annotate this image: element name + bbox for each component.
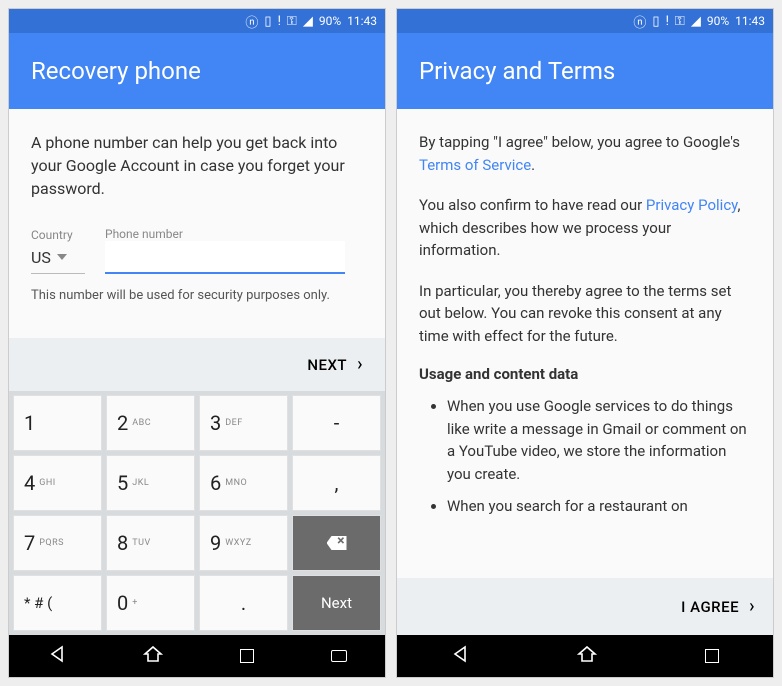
page-title: Recovery phone [9,33,385,109]
battery-label: 90% [319,14,341,28]
signal-icon: ◢ [303,14,313,29]
paragraph-privacy: You also confirm to have read our Privac… [419,194,751,262]
country-select[interactable]: US [31,242,85,274]
key-period[interactable]: . [199,575,288,631]
back-icon [451,645,469,663]
wifi-icon: ⚿ [287,14,297,29]
key-7[interactable]: 7PQRS [13,515,102,571]
clock: 11:43 [735,14,765,28]
key-8[interactable]: 8TUV [106,515,195,571]
content: By tapping "I agree" below, you agree to… [397,109,773,635]
key-3[interactable]: 3DEF [199,395,288,451]
phone-input[interactable] [105,241,345,274]
nav-home[interactable] [577,645,597,667]
key-1[interactable]: 1 [13,395,102,451]
key-backspace[interactable] [292,515,381,571]
privacy-policy-link[interactable]: Privacy Policy [646,196,738,214]
country-label: Country [31,228,85,242]
next-button[interactable]: NEXT › [9,338,385,391]
home-icon [143,645,163,663]
nav-back[interactable] [48,645,66,667]
phone-field: Phone number [105,227,345,274]
list-item: When you search for a restaurant on [447,495,751,518]
country-value: US [31,248,51,267]
key-0[interactable]: 0+ [106,575,195,631]
status-bar: ⓝ ▯ ! ⚿ ◢ 90% 11:43 [9,9,385,33]
usage-data-list: When you use Google services to do thing… [419,395,751,518]
vibrate-icon: ▯ [264,14,271,29]
security-hint: This number will be used for security pu… [31,288,363,303]
nav-home[interactable] [143,645,163,667]
battery-label: 90% [707,14,729,28]
home-icon [577,645,597,663]
recovery-phone-screen: ⓝ ▯ ! ⚿ ◢ 90% 11:43 Recovery phone A pho… [8,8,386,678]
alert-icon: ! [278,14,281,29]
nav-bar [9,635,385,677]
signal-icon: ◢ [691,14,701,29]
agree-button[interactable]: I AGREE › [397,578,773,635]
key-4[interactable]: 4GHI [13,455,102,511]
phone-fields: Country US Phone number [31,227,363,274]
back-icon [48,645,66,663]
page-title: Privacy and Terms [397,33,773,109]
description: A phone number can help you get back int… [31,131,363,201]
key-5[interactable]: 5JKL [106,455,195,511]
content: A phone number can help you get back int… [9,109,385,338]
nfc-icon: ⓝ [633,12,646,31]
next-label: NEXT [307,356,347,374]
list-item: When you use Google services to do thing… [447,395,751,485]
wifi-icon: ⚿ [675,14,685,29]
privacy-terms-screen: ⓝ ▯ ! ⚿ ◢ 90% 11:43 Privacy and Terms By… [396,8,774,678]
key-dash[interactable]: - [292,395,381,451]
nfc-icon: ⓝ [245,12,258,31]
numeric-keypad: 1 2ABC 3DEF - 4GHI 5JKL 6MNO , 7PQRS 8TU… [9,391,385,635]
agree-label: I AGREE [681,598,739,616]
phone-label: Phone number [105,227,345,241]
nav-recents[interactable] [240,649,254,663]
status-bar: ⓝ ▯ ! ⚿ ◢ 90% 11:43 [397,9,773,33]
paragraph-consent: In particular, you thereby agree to the … [419,280,751,348]
key-9[interactable]: 9WXYZ [199,515,288,571]
key-comma[interactable]: , [292,455,381,511]
clock: 11:43 [347,14,377,28]
chevron-right-icon: › [357,354,363,375]
nav-back[interactable] [451,645,469,667]
vibrate-icon: ▯ [652,14,659,29]
key-symbols[interactable]: * # ( [13,575,102,631]
terms-of-service-link[interactable]: Terms of Service [419,156,531,174]
key-next[interactable]: Next [292,575,381,631]
chevron-down-icon [57,254,67,260]
chevron-right-icon: › [749,596,755,617]
alert-icon: ! [666,14,669,29]
backspace-icon [327,536,347,550]
keyboard-icon[interactable] [331,650,347,662]
nav-bar [397,635,773,677]
key-6[interactable]: 6MNO [199,455,288,511]
nav-recents[interactable] [705,649,719,663]
paragraph-tos: By tapping "I agree" below, you agree to… [419,131,751,176]
key-2[interactable]: 2ABC [106,395,195,451]
country-field: Country US [31,228,85,274]
usage-data-subhead: Usage and content data [419,365,751,383]
